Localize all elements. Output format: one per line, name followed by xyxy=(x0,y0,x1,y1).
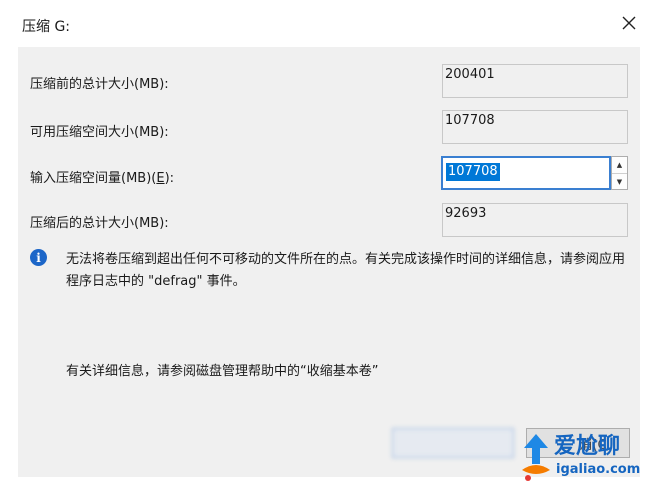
watermark-url: igaliao.com xyxy=(556,462,641,477)
label-total-before: 压缩前的总计大小(MB): xyxy=(30,77,169,92)
help-text: 有关详细信息，请参阅磁盘管理帮助中的“收缩基本卷” xyxy=(66,364,379,379)
info-icon: i xyxy=(30,249,47,266)
spin-up-button[interactable]: ▲ xyxy=(612,157,627,174)
label-total-after: 压缩后的总计大小(MB): xyxy=(30,216,169,231)
shrink-amount-spinner[interactable]: ▲ ▼ xyxy=(611,156,628,190)
field-available-space: 107708 xyxy=(442,110,628,144)
watermark-title: 爱尬聊 xyxy=(554,434,621,459)
title-bar: 压缩 G: xyxy=(0,0,658,46)
shrink-button[interactable] xyxy=(392,428,514,458)
arrow-up-icon: ▲ xyxy=(616,161,623,169)
spin-down-button[interactable]: ▼ xyxy=(612,174,627,190)
close-button[interactable] xyxy=(614,8,644,38)
close-icon xyxy=(622,16,636,30)
arrow-down-icon: ▼ xyxy=(616,178,623,186)
watermark-logo-icon xyxy=(522,434,550,481)
label-shrink-amount: 输入压缩空间量(MB)(E): xyxy=(30,171,175,186)
window-title: 压缩 G: xyxy=(22,19,71,35)
info-message: 无法将卷压缩到超出任何不可移动的文件所在的点。有关完成该操作时间的详细信息，请参… xyxy=(66,252,626,289)
field-total-before: 200401 xyxy=(442,64,628,98)
shrink-amount-value: 107708 xyxy=(446,163,500,181)
label-available-space: 可用压缩空间大小(MB): xyxy=(30,125,169,140)
shrink-amount-input[interactable]: 107708 xyxy=(441,156,611,190)
watermark: 爱尬聊 igaliao.com xyxy=(518,428,654,486)
field-total-after: 92693 xyxy=(442,203,628,237)
